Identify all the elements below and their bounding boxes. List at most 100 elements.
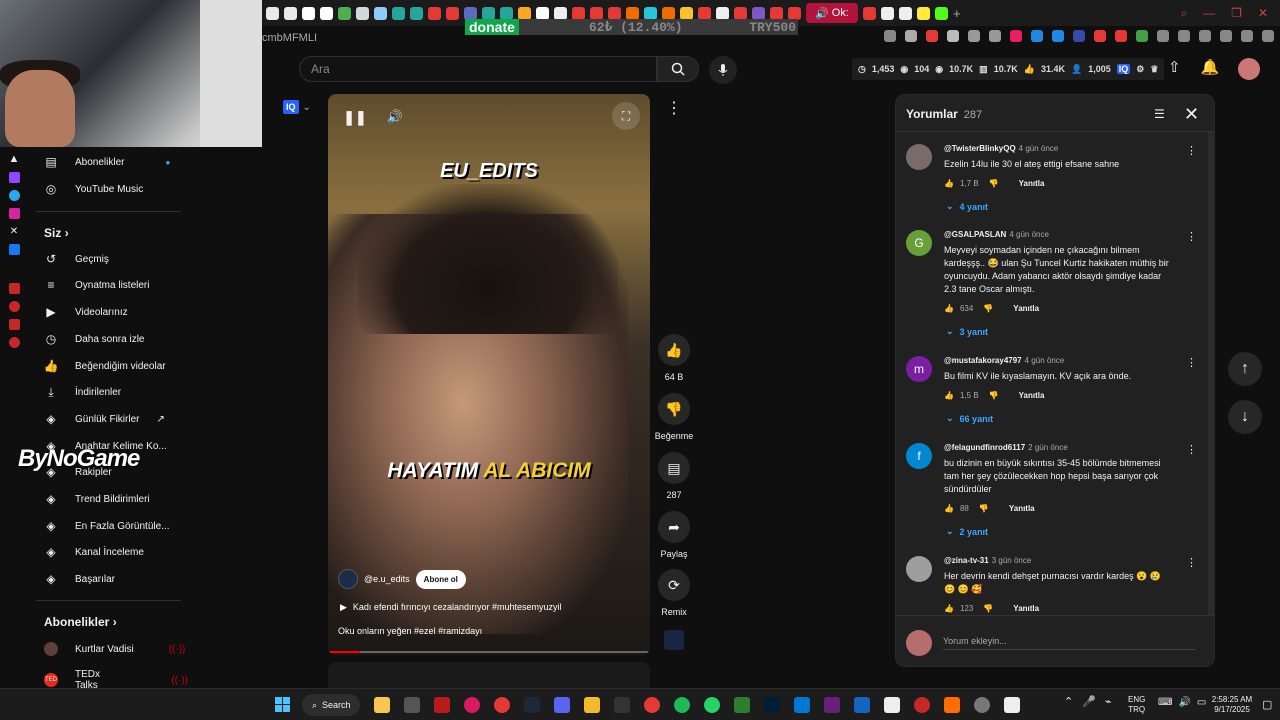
reply-button[interactable]: Yanıtla — [1013, 604, 1039, 613]
sidebar-item-achievements[interactable]: ◈ Başarılar — [44, 572, 115, 586]
chevron-down-icon[interactable]: ⌄ — [303, 102, 311, 113]
search-input[interactable]: Ara — [299, 56, 657, 82]
windows-start-icon[interactable] — [275, 697, 290, 712]
dislike-button[interactable]: 👎 Beğenme — [654, 393, 694, 441]
next-short-preview[interactable] — [328, 662, 650, 688]
app-icon[interactable] — [1004, 697, 1020, 713]
tab-icon[interactable] — [662, 6, 675, 20]
tab-icon[interactable] — [536, 6, 549, 20]
menu-dots-icon[interactable] — [1262, 30, 1274, 42]
voice-search-button[interactable] — [709, 56, 737, 84]
sidebar-item-daily-ideas[interactable]: ◈ Günlük Fikirler ↗ — [44, 412, 164, 426]
extension-icon[interactable] — [905, 30, 917, 42]
sidebar-item-youtube-music[interactable]: ◎ YouTube Music — [44, 182, 143, 196]
upload-icon[interactable]: ⇧ — [1168, 58, 1181, 76]
extension-icon[interactable] — [1199, 30, 1211, 42]
previous-short-button[interactable]: ↑ — [1228, 352, 1262, 386]
tab-icon[interactable] — [356, 6, 369, 20]
search-button[interactable] — [657, 56, 699, 82]
close-icon[interactable]: ✕ — [1184, 104, 1199, 125]
tab-icon[interactable] — [626, 6, 639, 20]
comments-button[interactable]: ▤ 287 — [654, 452, 694, 500]
photoshop-icon[interactable] — [764, 697, 780, 713]
progress-bar[interactable] — [328, 651, 650, 653]
opera-icon[interactable] — [494, 697, 510, 713]
vscode-icon[interactable] — [794, 697, 810, 713]
comment-time[interactable]: 4 gün önce — [1009, 230, 1049, 239]
thumbs-down-icon[interactable]: 👎 — [989, 391, 999, 400]
comment-author[interactable]: @mustafakoray4797 — [944, 356, 1022, 365]
tab-icon[interactable] — [320, 6, 333, 20]
trophy-icon[interactable]: ♛ — [1150, 64, 1158, 75]
channel-avatar[interactable] — [338, 569, 358, 589]
comment-time[interactable]: 4 gün önce — [1019, 144, 1059, 153]
comment-menu-icon[interactable]: ⋮ — [1186, 443, 1197, 456]
comment-author[interactable]: @GSALPASLAN — [944, 230, 1006, 239]
commenter-avatar[interactable] — [906, 144, 932, 170]
notification-icon[interactable]: ▢ — [1262, 698, 1272, 711]
whatsapp-icon[interactable] — [704, 697, 720, 713]
sidebar-heading-you[interactable]: Siz › — [44, 226, 69, 240]
extension-icon[interactable] — [1031, 30, 1043, 42]
add-comment-input[interactable]: Yorum ekleyin... — [943, 636, 1195, 650]
commenter-avatar[interactable] — [906, 556, 932, 582]
share-button[interactable]: ➦ Paylaş — [654, 511, 694, 559]
view-replies-button[interactable]: ⌄ 2 yanıt — [946, 526, 988, 537]
fullscreen-button[interactable]: ⛶ — [612, 102, 640, 130]
microphone-icon[interactable]: 🎤 — [1082, 695, 1096, 708]
tab-icon[interactable] — [881, 6, 894, 20]
thumbs-down-icon[interactable]: 👎 — [983, 304, 993, 313]
tab-icon[interactable] — [734, 6, 747, 20]
search-tabs-icon[interactable]: ⌕ — [1180, 6, 1187, 21]
thumbs-up-icon[interactable]: 👍 — [944, 304, 954, 313]
thumbs-down-icon[interactable]: 👎 — [979, 504, 989, 513]
tab-icon[interactable] — [410, 6, 423, 20]
gear-icon[interactable] — [8, 337, 20, 348]
sidebar-item-subscriptions[interactable]: ▤ Abonelikler ● — [44, 155, 170, 169]
extension-icon[interactable] — [947, 30, 959, 42]
sidebar-item-kurtlar-vadisi[interactable]: Kurtlar Vadisi ((·)) — [44, 642, 185, 656]
comment-time[interactable]: 4 gün önce — [1025, 356, 1065, 365]
subscribe-button[interactable]: Abone ol — [415, 569, 466, 589]
reply-button[interactable]: Yanıtla — [1013, 304, 1039, 313]
extension-icon[interactable] — [1052, 30, 1064, 42]
scrollbar[interactable] — [1208, 132, 1214, 615]
history-icon[interactable] — [8, 301, 20, 312]
comment-author[interactable]: @TwisterBlinkyQQ — [944, 144, 1016, 153]
tab-icon[interactable] — [770, 6, 783, 20]
tab-icon[interactable] — [302, 6, 315, 20]
tab-icon[interactable] — [500, 6, 513, 20]
obs-icon[interactable] — [974, 697, 990, 713]
app-icon[interactable] — [404, 697, 420, 713]
extension-icon[interactable] — [1136, 30, 1148, 42]
comment-author[interactable]: @zina-tv-31 — [944, 556, 989, 565]
visual-studio-icon[interactable] — [824, 697, 840, 713]
pause-button[interactable]: ❚❚ — [342, 104, 368, 130]
extension-icon[interactable] — [1010, 30, 1022, 42]
extension-icon[interactable] — [1094, 30, 1106, 42]
tab-icon[interactable] — [644, 6, 657, 20]
extension-icon[interactable] — [1115, 30, 1127, 42]
thumbs-up-icon[interactable]: 👍 — [944, 504, 954, 513]
vidiq-icon[interactable]: IQ — [283, 100, 299, 114]
thumbs-up-icon[interactable]: 👍 — [944, 179, 954, 188]
url-fragment[interactable]: cmbMFMLI — [262, 32, 317, 44]
new-tab-icon[interactable]: + — [953, 6, 961, 21]
sidebar-item-trend-alerts[interactable]: ◈ Trend Bildirimleri — [44, 492, 149, 506]
binance-icon[interactable] — [584, 697, 600, 713]
clock[interactable]: 2:58:25 AM 9/17/2025 — [1208, 695, 1256, 715]
next-short-button[interactable]: ↓ — [1228, 400, 1262, 434]
reply-button[interactable]: Yanıtla — [1019, 391, 1045, 400]
music-icon[interactable] — [8, 319, 20, 330]
tab-icon[interactable] — [446, 6, 459, 20]
kick-icon[interactable]: ▲ — [9, 153, 20, 165]
commenter-avatar[interactable]: m — [906, 356, 932, 382]
tab-icon[interactable] — [572, 6, 585, 20]
settings-icon[interactable]: ⚙ — [1136, 64, 1144, 75]
network-icon[interactable]: ⌁ — [1105, 695, 1112, 708]
minimize-icon[interactable]: — — [1203, 6, 1215, 20]
opera-gx-icon[interactable] — [464, 697, 480, 713]
sidebar-item-playlists[interactable]: ≡ Oynatma listeleri — [44, 278, 149, 292]
language-indicator[interactable]: ENG TRQ — [1128, 695, 1145, 715]
epic-games-icon[interactable] — [614, 697, 630, 713]
